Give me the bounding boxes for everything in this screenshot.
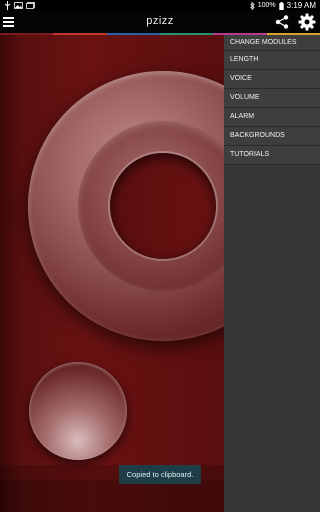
bluetooth-icon xyxy=(249,1,255,10)
gallery-icon xyxy=(26,2,35,9)
clock: 3:19 AM xyxy=(286,1,316,10)
toast-message: Copied to clipboard. xyxy=(119,465,201,484)
app-title: pzizz xyxy=(146,15,174,27)
battery-percent: 100% xyxy=(257,2,276,9)
bottom-shade xyxy=(0,480,224,512)
notification-icons xyxy=(4,0,35,11)
share-button[interactable] xyxy=(274,14,290,30)
status-bar: 100% 3:19 AM xyxy=(0,0,320,11)
gear-icon xyxy=(298,13,316,31)
menu-item-alarm[interactable]: ALARM xyxy=(224,108,320,127)
play-dial-center xyxy=(110,153,216,259)
settings-drawer: CHANGE MODULES LENGTH VOICE VOLUME ALARM… xyxy=(224,35,320,512)
menu-item-change-modules[interactable]: CHANGE MODULES xyxy=(224,35,320,51)
share-icon xyxy=(275,15,289,29)
menu-item-voice[interactable]: VOICE xyxy=(224,70,320,89)
battery-icon xyxy=(278,1,284,10)
usb-icon xyxy=(4,1,11,10)
player-canvas xyxy=(0,35,224,512)
menu-item-volume[interactable]: VOLUME xyxy=(224,89,320,108)
settings-button[interactable] xyxy=(298,13,316,31)
menu-item-backgrounds[interactable]: BACKGROUNDS xyxy=(224,127,320,146)
menu-item-tutorials[interactable]: TUTORIALS xyxy=(224,146,320,165)
module-orb-button[interactable] xyxy=(29,362,127,460)
play-dial[interactable] xyxy=(28,71,224,341)
app-bar: pzizz xyxy=(0,11,320,33)
menu-item-length[interactable]: LENGTH xyxy=(224,51,320,70)
system-icons: 100% 3:19 AM xyxy=(249,0,316,11)
image-icon xyxy=(14,2,23,9)
